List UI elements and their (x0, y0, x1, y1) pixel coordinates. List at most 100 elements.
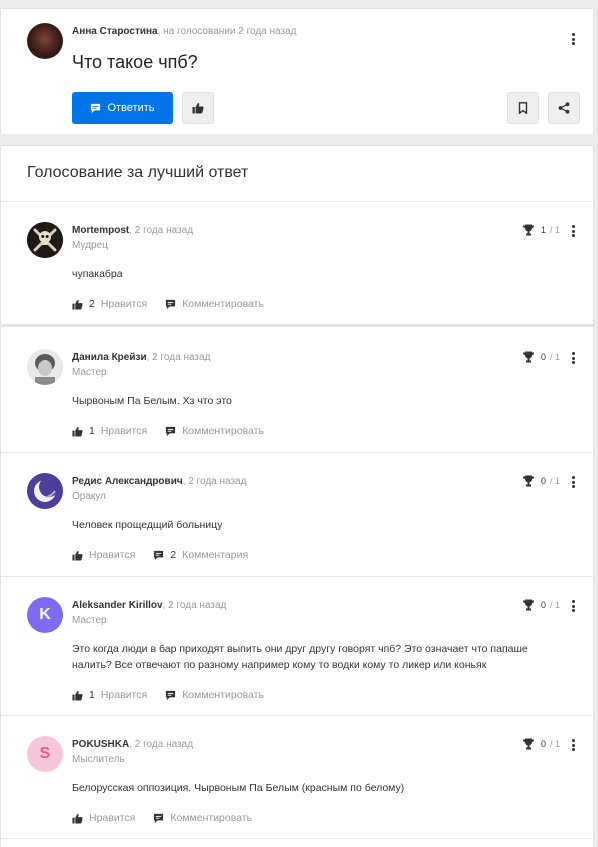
answer-text: Это когда люди в бар приходят выпить они… (72, 641, 572, 673)
like-count: 1 (89, 425, 95, 437)
share-button[interactable] (548, 92, 580, 124)
like-label: Нравится (100, 425, 148, 437)
trophy-icon (523, 224, 534, 236)
answer-avatar[interactable] (27, 473, 63, 509)
answer-meta: Mortempost, 2 года назад (72, 225, 193, 236)
comment-label: Комментария (182, 549, 249, 561)
like-question-button[interactable] (182, 92, 214, 124)
like-button[interactable]: Нравится (72, 549, 135, 561)
vote-count: 1 (541, 225, 547, 235)
answer-author[interactable]: Данила Крейзи (72, 352, 147, 363)
comment-icon (154, 813, 164, 823)
answer-menu-icon[interactable] (567, 737, 579, 753)
answer-menu-icon[interactable] (567, 474, 579, 490)
vote-counter[interactable]: 0/ 1 (522, 475, 560, 487)
comment-label: Комментировать (182, 425, 264, 437)
vote-total: / 1 (550, 600, 561, 610)
vote-count: 0 (541, 476, 547, 486)
thumb-up-icon (72, 426, 83, 437)
answer-button[interactable]: Ответить (72, 92, 173, 124)
answer-meta: Aleksander Kirillov, 2 года назад (72, 600, 226, 611)
answer-author[interactable]: Редис Александрович (72, 476, 183, 487)
answer-rank: Мыслитель (72, 754, 125, 765)
comment-button[interactable]: Комментировать (165, 689, 264, 701)
question-meta: Анна Старостина, на голосовании 2 года н… (72, 26, 296, 37)
answer-avatar[interactable]: S (27, 736, 63, 772)
comment-icon (166, 299, 176, 309)
vote-total: / 1 (550, 225, 561, 235)
thumb-up-icon (72, 550, 83, 561)
vote-counter[interactable]: 0/ 1 (522, 738, 560, 750)
divider (1, 324, 593, 327)
like-label: Нравится (89, 812, 136, 824)
comment-icon (166, 426, 176, 436)
trophy-icon (523, 599, 534, 611)
like-button[interactable]: 2 Нравится (72, 298, 147, 310)
answer-actions: 1 Нравится Комментировать (72, 425, 282, 437)
vote-total: / 1 (550, 739, 561, 749)
vote-count: 0 (541, 352, 547, 362)
comment-icon (91, 103, 101, 113)
voting-title: Голосование за лучший ответ (27, 164, 249, 181)
answer-text-line: Это когда люди в бар приходят выпить они… (72, 643, 528, 655)
bookmark-button[interactable] (507, 92, 539, 124)
answer-avatar[interactable] (27, 349, 63, 385)
answer-author[interactable]: POKUSHKA (72, 739, 129, 750)
comment-label: Комментировать (182, 298, 264, 310)
thumb-up-icon (192, 103, 204, 114)
like-button[interactable]: 1 Нравится (72, 425, 147, 437)
like-label: Нравится (100, 298, 148, 310)
answer-avatar[interactable] (27, 222, 63, 258)
answer-rank: Мастер (72, 615, 107, 626)
vote-counter[interactable]: 0/ 1 (522, 599, 560, 611)
vote-total: / 1 (550, 476, 561, 486)
moon-avatar-icon (27, 473, 63, 509)
comment-button[interactable]: Комментировать (153, 812, 252, 824)
answer-text: Человек прощедщий больницу (72, 519, 223, 531)
answer-actions: Нравится 2 Комментария (72, 549, 266, 561)
question-status: , на голосовании 2 года назад (157, 26, 297, 37)
comment-button[interactable]: Комментировать (165, 425, 264, 437)
answer-time: , 2 года назад (162, 600, 227, 611)
answer-text: Белорусская оппозиция. Чырвоным Па Белым… (72, 782, 405, 794)
comment-button[interactable]: 2 Комментария (153, 549, 248, 561)
like-label: Нравится (89, 549, 136, 561)
like-count: 2 (89, 298, 95, 310)
answer-rank: Мастер (72, 367, 107, 378)
answer-author[interactable]: Mortempost (72, 225, 129, 236)
answer-menu-icon[interactable] (567, 350, 579, 366)
answer-author[interactable]: Aleksander Kirillov (72, 600, 163, 611)
divider (1, 715, 593, 716)
answer-time: , 2 года назад (146, 352, 211, 363)
answer-menu-icon[interactable] (567, 223, 579, 239)
answer-rank: Оракул (72, 491, 107, 502)
vote-counter[interactable]: 0/ 1 (522, 351, 560, 363)
divider (1, 576, 593, 577)
answer-actions: 2 Нравится Комментировать (72, 298, 282, 310)
question-card: Анна Старостина, на голосовании 2 года н… (0, 8, 594, 134)
vote-total: / 1 (550, 352, 561, 362)
thumb-up-icon (72, 690, 83, 701)
voting-section: Голосование за лучший ответ Mortempost, … (0, 145, 594, 847)
trophy-icon (523, 351, 534, 363)
like-count: 1 (89, 689, 95, 701)
comment-count: 2 (170, 549, 177, 561)
vote-counter[interactable]: 1/ 1 (522, 224, 560, 236)
vote-count: 0 (541, 739, 547, 749)
thumb-up-icon (72, 813, 83, 824)
comment-button[interactable]: Комментировать (165, 298, 264, 310)
answer-time: , 2 года назад (182, 476, 247, 487)
like-button[interactable]: 1 Нравится (72, 689, 147, 701)
author-name[interactable]: Анна Старостина (72, 26, 158, 37)
like-button[interactable]: Нравится (72, 812, 135, 824)
answer-avatar[interactable]: K (27, 597, 63, 633)
comment-label: Комментировать (170, 812, 253, 824)
answer-menu-icon[interactable] (567, 598, 579, 614)
answer-rank: Мудрец (72, 240, 108, 251)
answer-text: Чырвоным Па Белым. Хз что это (72, 395, 232, 407)
comment-icon (166, 690, 176, 700)
like-label: Нравится (100, 689, 148, 701)
author-avatar[interactable] (27, 23, 63, 59)
share-icon (558, 102, 570, 114)
question-menu-icon[interactable] (567, 31, 579, 47)
